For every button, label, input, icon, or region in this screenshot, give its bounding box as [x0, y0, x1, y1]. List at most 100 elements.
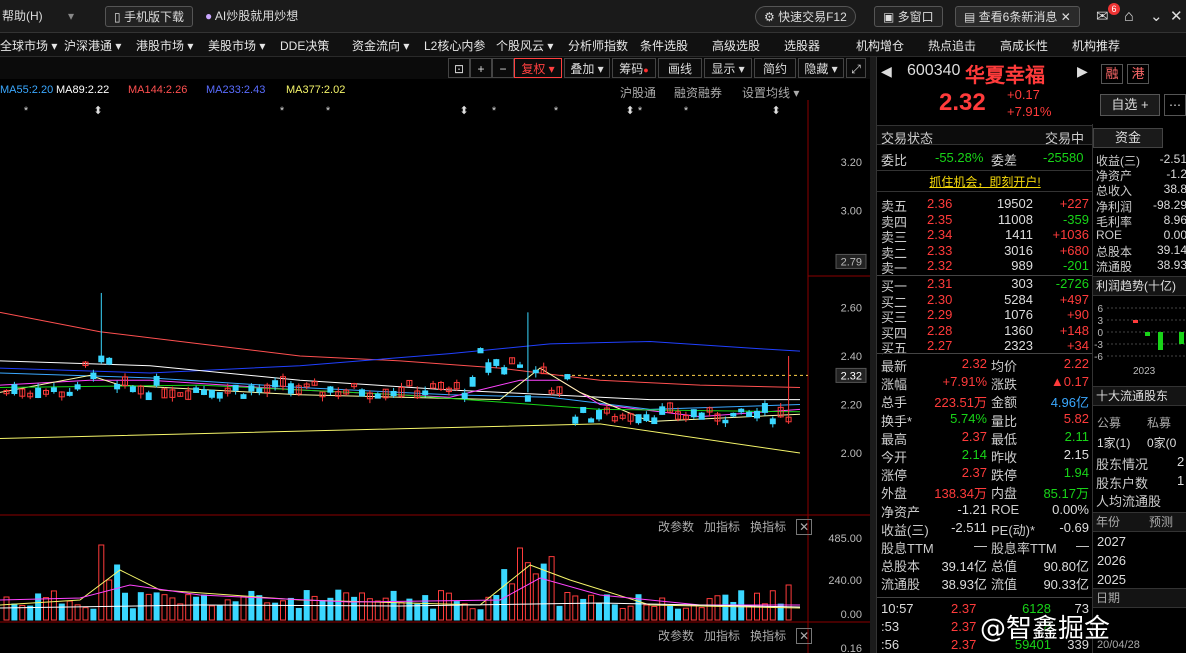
nav-item-7[interactable]: 个股风云 ▾ [496, 37, 553, 54]
nav-item-3[interactable]: 美股市场 ▾ [208, 37, 265, 54]
stat-l1: 涨停 [881, 468, 908, 484]
holder-item-label[interactable]: 股东情况 [1096, 454, 1148, 473]
add-indicator-link[interactable]: 加指标 [704, 520, 740, 534]
close-window-icon[interactable]: ✕ [1170, 6, 1183, 27]
news-button[interactable]: ▤ 查看6条新消息 ✕ [955, 6, 1080, 27]
nav-item-1[interactable]: 沪深港通 ▾ [64, 37, 121, 54]
volume-bar [556, 605, 563, 621]
volume-bar [785, 584, 792, 621]
event-marker-icon[interactable]: ⬍ [459, 105, 468, 117]
event-marker-icon[interactable]: * [492, 105, 497, 117]
add-watchlist-button[interactable]: 自选 + [1100, 94, 1160, 116]
ask-price[interactable]: 2.34 [927, 227, 952, 242]
event-marker-icon[interactable]: ⬍ [93, 105, 102, 117]
change-indicator-link[interactable]: 换指标 [750, 629, 786, 643]
stat-v1: 138.34万 [934, 486, 987, 502]
params-link[interactable]: 改参数 [658, 520, 694, 534]
margin-tag[interactable]: 融 [1101, 64, 1123, 84]
add-indicator-link[interactable]: 加指标 [704, 629, 740, 643]
ai-promo-link[interactable]: ● AI炒股就用炒想 [205, 6, 298, 27]
nav-item-11[interactable]: 选股器 [784, 37, 820, 54]
kline-chart[interactable]: 3.20 3.00 2.79 2.60 2.40 2.32 2.20 2.00 * ⬍ * * ⬍ * * ⬍… [0, 100, 870, 653]
bid-price[interactable]: 2.29 [927, 307, 952, 322]
wc-value: -25580 [1043, 150, 1084, 165]
candle-body [461, 392, 468, 399]
nav-item-10[interactable]: 高级选股 [712, 37, 760, 54]
display-button[interactable]: 显示 ▾ [704, 58, 752, 78]
nav-item-4[interactable]: DDE决策 [280, 37, 329, 54]
nav-item-12[interactable]: 机构增仓 [856, 37, 904, 54]
stat-l1: 净资产 [881, 504, 921, 520]
zoom-out-icon[interactable]: − [492, 58, 514, 78]
lock-icon[interactable]: ⊡ [448, 58, 470, 78]
hide-button[interactable]: 隐藏 ▾ [798, 58, 844, 78]
set-ma-link[interactable]: 设置均线 ▾ [742, 84, 799, 101]
holder-item-label[interactable]: 股东户数 [1096, 473, 1148, 492]
ask-price[interactable]: 2.33 [927, 243, 952, 258]
simple-button[interactable]: 简约 [754, 58, 796, 78]
volume-bar [201, 594, 207, 621]
mobile-download-button[interactable]: ▯ 手机版下载 [105, 6, 193, 27]
close-icon[interactable]: ✕ [796, 628, 813, 644]
next-stock-icon[interactable]: ▶ [1077, 63, 1088, 80]
nav-item-15[interactable]: 机构推荐 [1072, 37, 1120, 54]
multi-window-button[interactable]: ▣ 多窗口 [874, 6, 943, 27]
close-icon[interactable]: ✕ [796, 519, 813, 535]
event-marker-icon[interactable]: * [24, 105, 29, 117]
nav-item-9[interactable]: 条件选股 [640, 37, 688, 54]
nav-item-8[interactable]: 分析师指数 [568, 37, 628, 54]
fullscreen-icon[interactable]: ⤢ [846, 58, 866, 78]
nav-item-2[interactable]: 港股市场 ▾ [136, 37, 193, 54]
candle-body [596, 410, 602, 420]
minimize-icon[interactable]: ⌄ [1150, 6, 1163, 27]
ask-price[interactable]: 2.36 [927, 196, 952, 211]
quick-trade-button[interactable]: ⚙ 快速交易F12 [755, 6, 856, 27]
date-header: 日期 [1093, 588, 1186, 608]
event-marker-icon[interactable]: ⬍ [771, 105, 780, 117]
ask-price[interactable]: 2.32 [927, 258, 952, 273]
rzrq-link[interactable]: 融资融券 [674, 84, 722, 101]
event-marker-icon[interactable]: * [326, 105, 331, 117]
holder-item-label[interactable]: 人均流通股 [1096, 491, 1161, 510]
zoom-in-icon[interactable]: + [470, 58, 492, 78]
bid-price[interactable]: 2.27 [927, 338, 952, 353]
event-marker-icon[interactable]: ⬍ [625, 105, 634, 117]
ma-label-4: MA377:2.02 [286, 84, 346, 96]
mail-icon[interactable]: ✉ [1096, 6, 1109, 27]
overlay-button[interactable]: 叠加 ▾ [564, 58, 610, 78]
close-icon[interactable]: ✕ [1061, 10, 1071, 24]
draw-line-button[interactable]: 画线 [658, 58, 702, 78]
event-marker-icon[interactable]: * [554, 105, 559, 117]
hgt-link[interactable]: 沪股通 [620, 84, 656, 101]
candle-body [651, 417, 658, 425]
home-icon[interactable]: ⌂ [1124, 6, 1134, 27]
tab-funds[interactable]: 资金 [1093, 128, 1163, 148]
bid-price[interactable]: 2.28 [927, 323, 952, 338]
open-account-link[interactable]: 抓住机会，即刻开户! [877, 170, 1093, 192]
help-menu[interactable]: 帮助(H) [2, 6, 43, 27]
volume-bar [572, 595, 579, 621]
fund-label: 流通股 [1096, 260, 1133, 275]
nav-item-13[interactable]: 热点追击 [928, 37, 976, 54]
holders-col-private: 私募 [1147, 416, 1172, 430]
dropdown-arrow-icon[interactable]: ▾ [68, 6, 74, 27]
fuquan-button[interactable]: 复权 ▾ [514, 58, 562, 78]
change-indicator-link[interactable]: 换指标 [750, 520, 786, 534]
nav-item-6[interactable]: L2核心内参 [424, 37, 485, 54]
nav-item-5[interactable]: 资金流向 ▾ [352, 37, 409, 54]
chip-button[interactable]: 筹码● [612, 58, 656, 78]
prev-stock-icon[interactable]: ◀ [881, 63, 892, 80]
volume-bar [445, 592, 452, 621]
event-marker-icon[interactable]: * [638, 105, 643, 117]
event-marker-icon[interactable]: * [684, 105, 689, 117]
bid-price[interactable]: 2.31 [927, 276, 952, 291]
hk-tag[interactable]: 港 [1127, 64, 1149, 84]
nav-item-0[interactable]: 全球市场 ▾ [0, 37, 57, 54]
bid-price[interactable]: 2.30 [927, 292, 952, 307]
more-icon[interactable]: ⋯ [1164, 94, 1186, 116]
event-marker-icon[interactable]: * [280, 105, 285, 117]
params-link[interactable]: 改参数 [658, 629, 694, 643]
ask-price[interactable]: 2.35 [927, 212, 952, 227]
nav-item-14[interactable]: 高成长性 [1000, 37, 1048, 54]
ai-promo-label: AI炒股就用炒想 [214, 9, 299, 23]
